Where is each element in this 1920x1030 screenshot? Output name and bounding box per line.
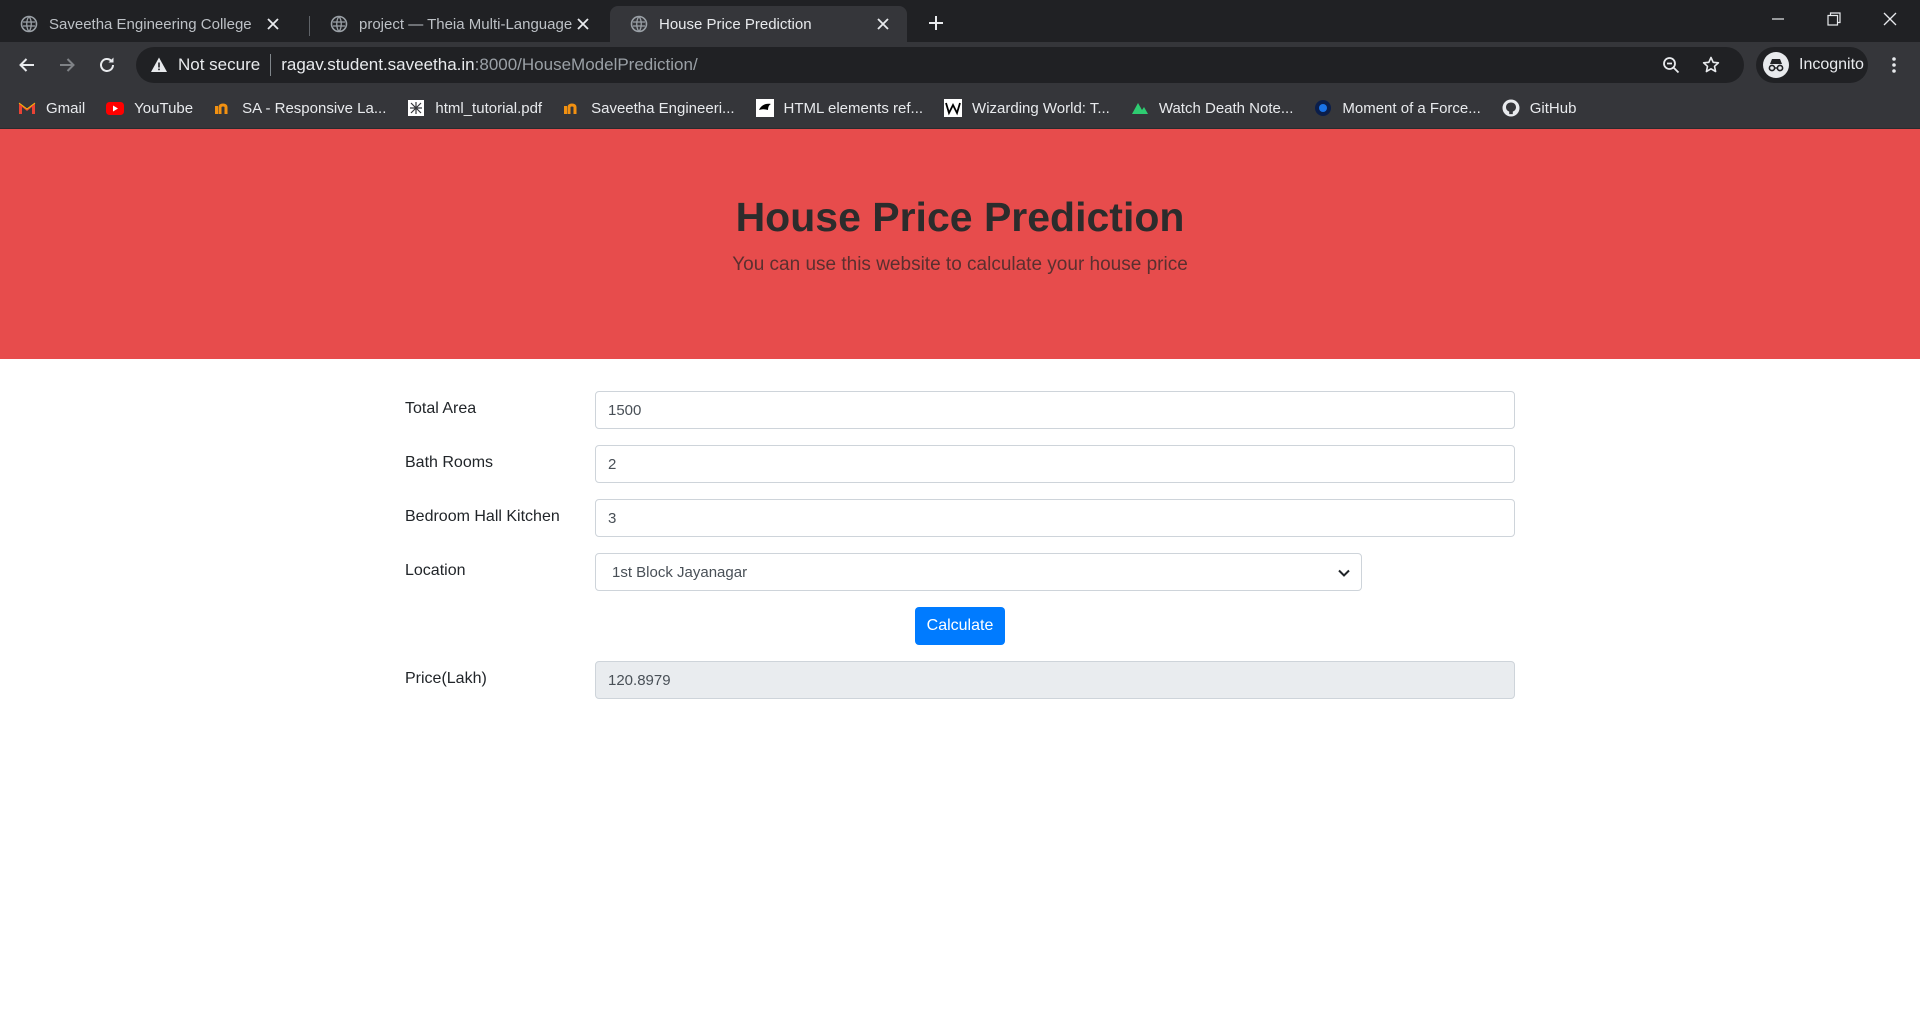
- total-area-input[interactable]: 1500: [595, 391, 1515, 429]
- warning-icon: [151, 57, 167, 72]
- bookmark-watch-death-note[interactable]: Watch Death Note...: [1131, 99, 1294, 117]
- total-area-label: Total Area: [405, 400, 477, 417]
- url-path: :8000/HouseModelPrediction/: [474, 55, 698, 74]
- bookmark-wizarding-world[interactable]: Wizarding World: T...: [944, 99, 1110, 117]
- bath-rooms-label: Bath Rooms: [405, 454, 494, 471]
- bookmark-html-elements-ref[interactable]: HTML elements ref...: [755, 99, 924, 117]
- pdf-icon: [407, 99, 425, 117]
- bookmark-moment-of-a-force[interactable]: Moment of a Force...: [1314, 99, 1481, 117]
- tab-title: Saveetha Engineering College: [49, 15, 252, 33]
- bookmark-gmail[interactable]: Gmail: [18, 99, 85, 117]
- bookmark-label: Saveetha Engineeri...: [591, 99, 735, 117]
- bookmark-label: Wizarding World: T...: [972, 99, 1110, 117]
- url-text[interactable]: ragav.student.saveetha.in:8000/HouseMode…: [281, 55, 697, 75]
- arrow-left-icon: [19, 58, 34, 72]
- gmail-icon: [18, 99, 36, 117]
- new-tab-button[interactable]: [922, 9, 950, 37]
- tab-title: House Price Prediction: [659, 15, 812, 33]
- restore-button[interactable]: [1806, 0, 1862, 38]
- bookmark-label: GitHub: [1529, 99, 1577, 117]
- security-status[interactable]: Not secure: [178, 55, 260, 75]
- bookmark-label: YouTube: [134, 99, 194, 117]
- address-bar[interactable]: Not secure ragav.student.saveetha.in:800…: [136, 47, 1744, 83]
- header-jumbotron: House Price Prediction You can use this …: [0, 129, 1920, 359]
- calculate-button[interactable]: Calculate: [915, 607, 1005, 645]
- bookmark-label: Gmail: [46, 99, 86, 117]
- bookmark-label: html_tutorial.pdf: [435, 99, 543, 117]
- close-icon: [1883, 12, 1897, 26]
- back-button[interactable]: [11, 49, 43, 81]
- bookmark-saveetha-engineering[interactable]: Saveetha Engineeri...: [563, 99, 735, 117]
- forward-button[interactable]: [51, 49, 83, 81]
- total-area-row: Total Area 1500: [405, 391, 1515, 429]
- bookmark-html-tutorial-pdf[interactable]: html_tutorial.pdf: [407, 99, 542, 117]
- close-icon[interactable]: [873, 14, 893, 34]
- tab-strip: Saveetha Engineering College project — T…: [0, 0, 1920, 42]
- close-icon[interactable]: [263, 14, 283, 34]
- bath-rooms-input[interactable]: 2: [595, 445, 1515, 483]
- chevron-down-icon: [1338, 569, 1350, 577]
- github-icon: [1502, 99, 1520, 117]
- page-title: House Price Prediction: [735, 194, 1185, 240]
- url-divider: [270, 54, 272, 76]
- bhk-label: Bedroom Hall Kitchen: [405, 508, 560, 525]
- bookmark-sa-responsive[interactable]: SA - Responsive La...: [214, 99, 386, 117]
- price-label: Price(Lakh): [405, 670, 487, 687]
- saveetha-icon: [214, 99, 232, 117]
- close-icon[interactable]: [573, 14, 593, 34]
- streaming-icon: [1131, 99, 1149, 117]
- incognito-icon: [1763, 52, 1789, 78]
- tab-house-price-prediction[interactable]: House Price Prediction: [610, 6, 907, 42]
- location-selected-value: 1st Block Jayanagar: [612, 563, 748, 581]
- minimize-icon: [1772, 18, 1784, 20]
- minimize-button[interactable]: [1750, 0, 1806, 38]
- tab-title: project — Theia Multi-Language: [359, 15, 573, 33]
- bhk-input[interactable]: 3: [595, 499, 1515, 537]
- page-subtitle: You can use this website to calculate yo…: [732, 254, 1188, 275]
- location-label: Location: [405, 562, 466, 579]
- location-row: Location 1st Block Jayanagar: [405, 553, 1515, 591]
- tab-project-theia[interactable]: project — Theia Multi-Language: [310, 6, 607, 42]
- browser-toolbar: Not secure ragav.student.saveetha.in:800…: [0, 42, 1920, 88]
- bookmark-label: Watch Death Note...: [1158, 99, 1294, 117]
- zoom-icon[interactable]: [1660, 54, 1682, 76]
- arrow-right-icon: [60, 58, 75, 72]
- bookmark-github[interactable]: GitHub: [1502, 99, 1577, 117]
- incognito-profile-button[interactable]: Incognito: [1756, 47, 1868, 83]
- mdn-icon: [755, 99, 774, 117]
- url-host: ragav.student.saveetha.in: [281, 55, 475, 74]
- location-select[interactable]: 1st Block Jayanagar: [595, 553, 1362, 591]
- bookmark-label: HTML elements ref...: [783, 99, 924, 117]
- bookmark-label: SA - Responsive La...: [242, 99, 387, 117]
- browser-menu-button[interactable]: [1878, 49, 1910, 81]
- bookmark-star-icon[interactable]: [1700, 54, 1722, 76]
- close-window-button[interactable]: [1862, 0, 1918, 38]
- more-vertical-icon: [1892, 57, 1896, 73]
- reload-button[interactable]: [91, 49, 123, 81]
- wizarding-icon: [944, 99, 963, 117]
- bookmark-label: Moment of a Force...: [1342, 99, 1481, 117]
- reload-icon: [100, 57, 114, 72]
- tab-saveetha-engineering-college[interactable]: Saveetha Engineering College: [0, 6, 297, 42]
- bookmark-youtube[interactable]: YouTube: [106, 99, 193, 117]
- restore-icon: [1827, 12, 1841, 26]
- bookmarks-bar: Gmail YouTube SA - Responsive La... html…: [0, 88, 1920, 129]
- bhk-row: Bedroom Hall Kitchen 3: [405, 499, 1515, 537]
- globe-icon: [20, 15, 38, 33]
- plus-icon: [929, 16, 943, 30]
- youtube-icon: [106, 99, 125, 117]
- moment-icon: [1314, 99, 1332, 117]
- globe-icon: [630, 15, 648, 33]
- price-output: 120.8979: [595, 661, 1515, 699]
- bath-rooms-row: Bath Rooms 2: [405, 445, 1515, 483]
- saveetha-icon: [563, 99, 581, 117]
- profile-label: Incognito: [1799, 56, 1864, 73]
- globe-icon: [330, 15, 348, 33]
- price-row: Price(Lakh) 120.8979: [405, 661, 1515, 699]
